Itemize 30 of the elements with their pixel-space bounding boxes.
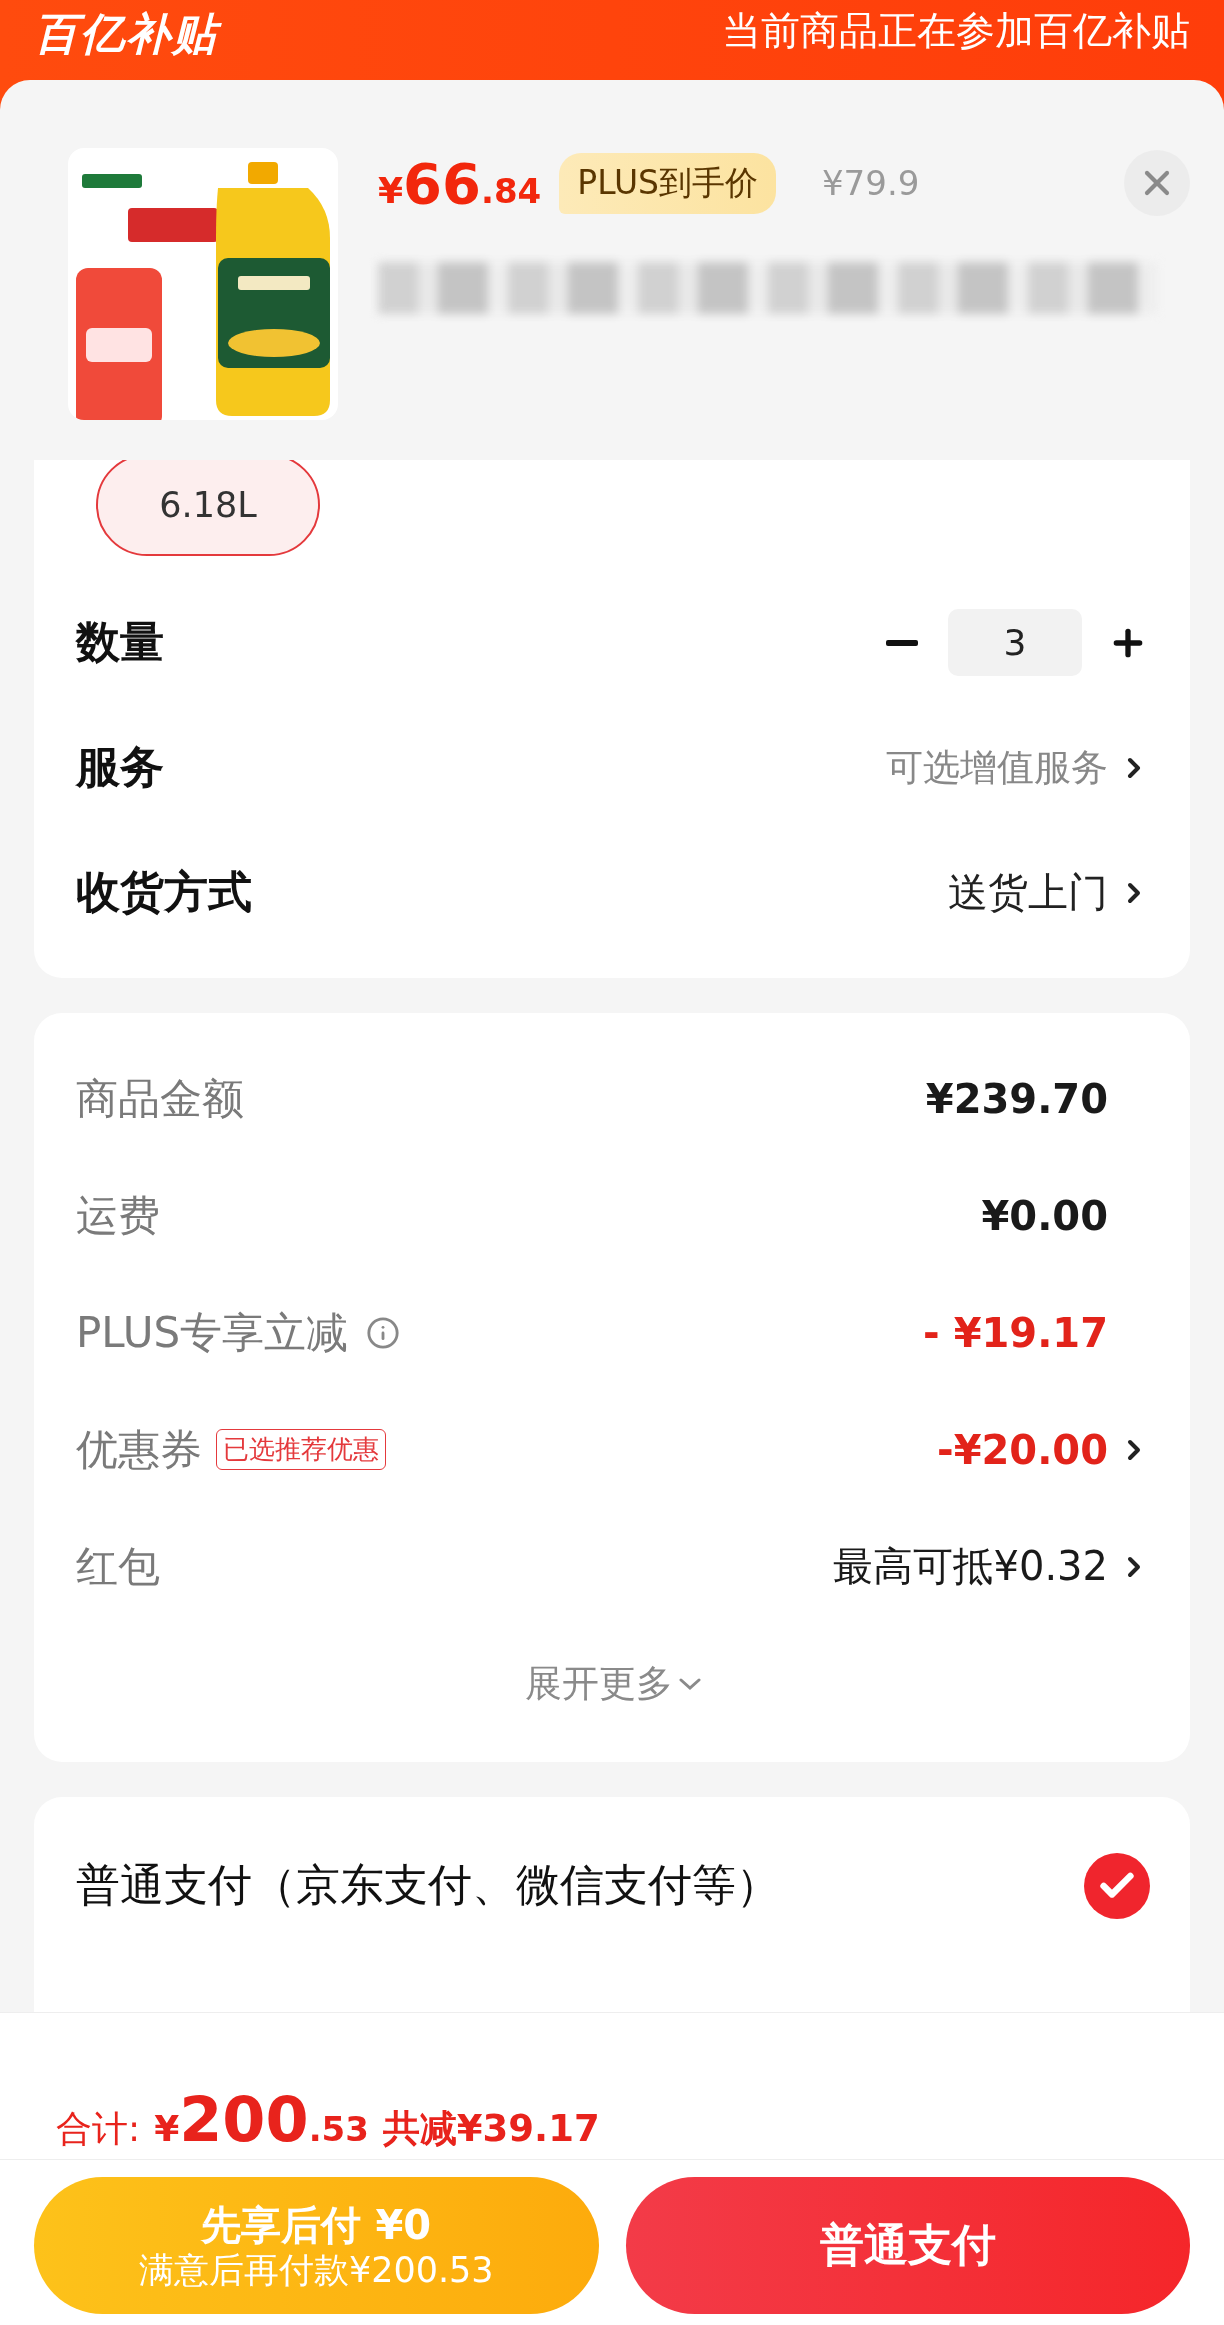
option-value-link[interactable]: 可选增值服务 <box>886 742 1108 793</box>
minus-icon <box>886 639 918 646</box>
info-icon[interactable] <box>366 1315 401 1350</box>
plus-price-badge: PLUS到手价 <box>559 152 776 214</box>
option-label: 服务 <box>76 740 164 794</box>
pay-button[interactable]: 普通支付 <box>625 2177 1190 2314</box>
price-value: ¥0.00 <box>981 1192 1108 1239</box>
plus-price: ¥66.84 <box>378 150 542 216</box>
price-value: - ¥19.17 <box>923 1309 1108 1356</box>
price-label: 红包 <box>76 1540 160 1593</box>
option-label: 数量 <box>76 615 164 669</box>
total-label: 合计: <box>56 2107 141 2151</box>
spec-chip[interactable]: 6.18L <box>96 460 320 556</box>
option-label: 收货方式 <box>76 865 252 919</box>
payment-option[interactable]: 普通支付（京东支付、微信支付等） <box>76 1856 780 1915</box>
price-value: ¥239.70 <box>925 1075 1108 1122</box>
promo-notice: 当前商品正在参加百亿补贴 <box>722 8 1190 55</box>
coupon-tag: 已选推荐优惠 <box>216 1429 386 1470</box>
total-savings: 共减¥39.17 <box>382 2106 600 2152</box>
price-label: 优惠券 <box>76 1423 202 1476</box>
price-label: 商品金额 <box>76 1072 244 1125</box>
price-label: PLUS专享立减 <box>76 1306 349 1359</box>
price-value: 最高可抵¥0.32 <box>833 1542 1108 1591</box>
original-price: ¥79.9 <box>822 163 920 203</box>
price-label: 运费 <box>76 1189 160 1242</box>
price-value: -¥20.00 <box>937 1426 1108 1473</box>
total-price: ¥200.53 <box>154 2083 369 2156</box>
option-value-link[interactable]: 送货上门 <box>948 865 1108 920</box>
quantity-field[interactable]: 3 <box>948 609 1082 676</box>
chevron-down-icon <box>679 1677 701 1690</box>
